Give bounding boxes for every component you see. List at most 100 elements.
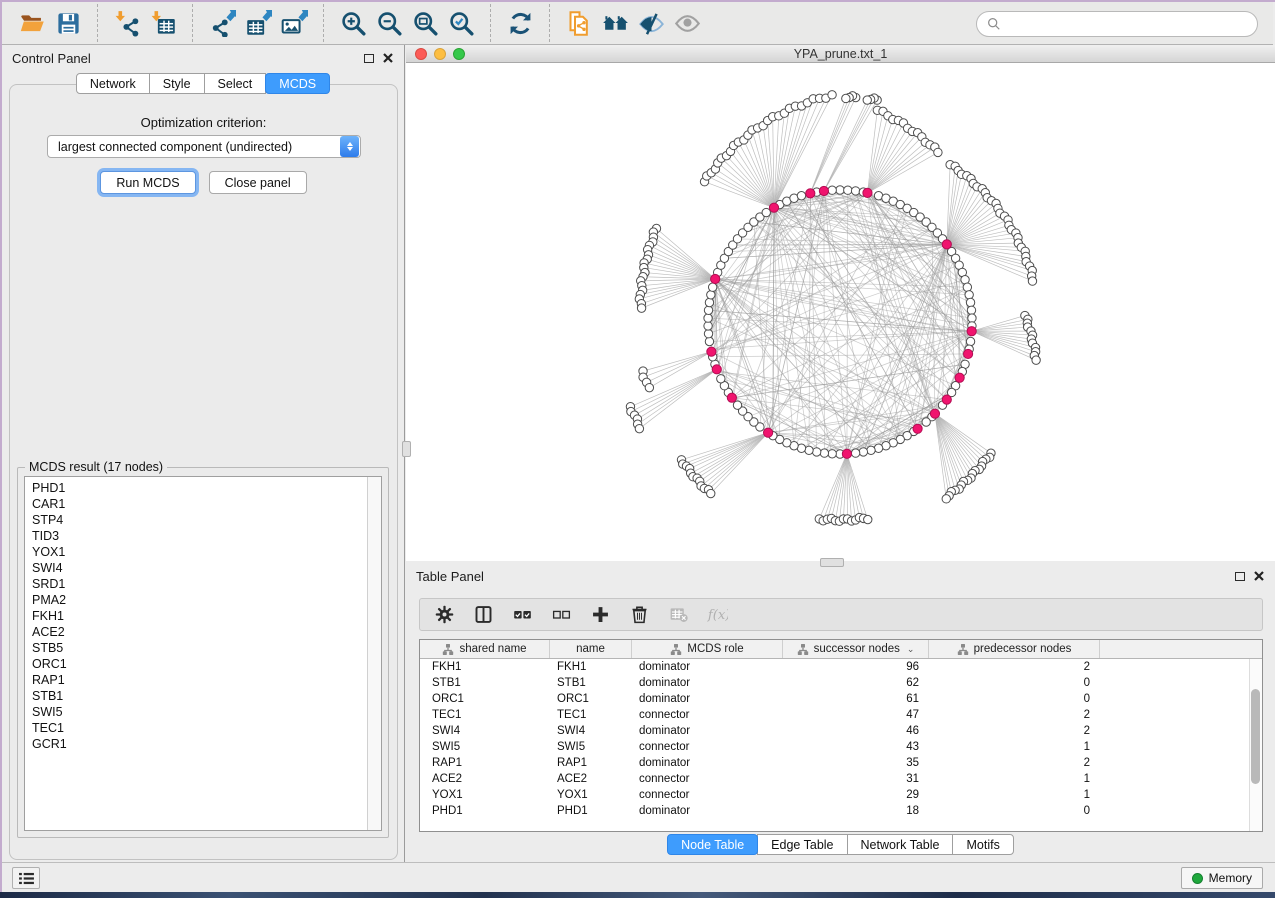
vertical-splitter-grip[interactable] [402, 441, 411, 457]
column-header-successor-nodes[interactable]: successor nodes⌄ [783, 640, 929, 658]
mcds-result-node[interactable]: TID3 [32, 528, 381, 544]
network-window-title: YPA_prune.txt_1 [406, 47, 1275, 61]
tree-icon [797, 643, 809, 655]
mcds-result-node[interactable]: SWI5 [32, 704, 381, 720]
mcds-result-groupbox: MCDS result (17 nodes) PHD1CAR1STP4TID3Y… [17, 467, 389, 838]
mcds-result-node[interactable]: GCR1 [32, 736, 381, 752]
open-file-button[interactable] [14, 5, 50, 41]
mcds-result-node[interactable]: FKH1 [32, 608, 381, 624]
select-all-columns-button[interactable] [510, 603, 534, 627]
cell-successor-nodes: 35 [783, 757, 929, 769]
table-row[interactable]: ACE2ACE2connector311 [420, 771, 1262, 787]
column-header-name[interactable]: name [550, 640, 632, 658]
optimization-criterion-select[interactable]: largest connected component (undirected) [47, 135, 361, 158]
table-row[interactable]: PHD1PHD1dominator180 [420, 803, 1262, 819]
node-table[interactable]: shared namenameMCDS rolesuccessor nodes⌄… [419, 639, 1263, 832]
table-tab-node-table[interactable]: Node Table [667, 834, 758, 855]
cell-MCDS-role: connector [632, 741, 783, 753]
zoom-selected-button[interactable] [443, 5, 479, 41]
zoom-out-button[interactable] [371, 5, 407, 41]
new-network-from-selection-button[interactable] [561, 5, 597, 41]
show-panels-list-button[interactable] [12, 867, 40, 889]
search-input[interactable] [1007, 17, 1247, 31]
mcds-result-node[interactable]: ACE2 [32, 624, 381, 640]
close-table-panel-button[interactable] [1253, 570, 1265, 582]
float-panel-button[interactable] [364, 54, 374, 63]
mcds-result-list[interactable]: PHD1CAR1STP4TID3YOX1SWI4SRD1PMA2FKH1ACE2… [24, 476, 382, 831]
tab-style[interactable]: Style [149, 73, 205, 94]
mcds-result-node[interactable]: PMA2 [32, 592, 381, 608]
add-column-button[interactable] [588, 603, 612, 627]
zoom-fit-button[interactable] [407, 5, 443, 41]
export-network-button[interactable] [204, 5, 240, 41]
memory-button[interactable]: Memory [1181, 867, 1263, 889]
save-session-button[interactable] [50, 5, 86, 41]
mcds-result-node[interactable]: STB5 [32, 640, 381, 656]
mcds-result-node[interactable]: SWI4 [32, 560, 381, 576]
mcds-result-node[interactable]: TEC1 [32, 720, 381, 736]
table-settings-button[interactable] [432, 603, 456, 627]
tree-icon [670, 643, 682, 655]
column-header-MCDS-role[interactable]: MCDS role [632, 640, 783, 658]
first-neighbors-button[interactable] [597, 5, 633, 41]
mcds-result-node[interactable]: SRD1 [32, 576, 381, 592]
table-row[interactable]: STB1STB1dominator620 [420, 675, 1262, 691]
cell-successor-nodes: 62 [783, 677, 929, 689]
table-row[interactable]: FKH1FKH1dominator962 [420, 659, 1262, 675]
close-panel-action-button[interactable]: Close panel [209, 171, 307, 194]
mcds-result-node[interactable]: PHD1 [32, 480, 381, 496]
mcds-result-node[interactable]: STP4 [32, 512, 381, 528]
tab-select[interactable]: Select [204, 73, 267, 94]
table-scrollbar-thumb[interactable] [1251, 689, 1260, 784]
table-tab-network-table[interactable]: Network Table [847, 834, 954, 855]
cell-MCDS-role: connector [632, 789, 783, 801]
column-header-shared-name[interactable]: shared name [420, 640, 550, 658]
zoom-out-icon [376, 10, 403, 37]
table-tab-edge-table[interactable]: Edge Table [757, 834, 847, 855]
export-table-button[interactable] [240, 5, 276, 41]
table-row[interactable]: YOX1YOX1connector291 [420, 787, 1262, 803]
delete-column-button[interactable] [627, 603, 651, 627]
zoom-in-button[interactable] [335, 5, 371, 41]
function-builder-button[interactable]: f(x) [705, 603, 729, 627]
mcds-result-node[interactable]: RAP1 [32, 672, 381, 688]
table-row[interactable]: SWI4SWI4dominator462 [420, 723, 1262, 739]
toggle-columns-button[interactable] [471, 603, 495, 627]
tab-mcds[interactable]: MCDS [265, 73, 330, 94]
delete-table-button[interactable] [666, 603, 690, 627]
cell-successor-nodes: 61 [783, 693, 929, 705]
table-tab-motifs[interactable]: Motifs [952, 834, 1013, 855]
cell-shared-name: ACE2 [420, 773, 550, 785]
float-table-panel-button[interactable] [1235, 572, 1245, 581]
import-table-button[interactable] [145, 5, 181, 41]
table-row[interactable]: SWI5SWI5connector431 [420, 739, 1262, 755]
close-panel-button[interactable] [382, 52, 394, 64]
mcds-result-node[interactable]: STB1 [32, 688, 381, 704]
table-row[interactable]: ORC1ORC1dominator610 [420, 691, 1262, 707]
import-network-button[interactable] [109, 5, 145, 41]
export-image-button[interactable] [276, 5, 312, 41]
column-header-label: predecessor nodes [974, 643, 1072, 655]
table-row[interactable]: TEC1TEC1connector472 [420, 707, 1262, 723]
column-header-predecessor-nodes[interactable]: predecessor nodes [929, 640, 1100, 658]
hide-selected-button[interactable] [633, 5, 669, 41]
mcds-list-scrollbar[interactable] [367, 477, 381, 830]
run-mcds-button[interactable]: Run MCDS [100, 171, 195, 194]
tab-network[interactable]: Network [76, 73, 150, 94]
mcds-result-node[interactable]: YOX1 [32, 544, 381, 560]
plus-icon [590, 604, 611, 625]
table-scrollbar[interactable] [1249, 659, 1262, 831]
cell-shared-name: SWI4 [420, 725, 550, 737]
window-border-top [0, 0, 1275, 2]
show-all-button[interactable] [669, 5, 705, 41]
network-window-titlebar[interactable]: YPA_prune.txt_1 [406, 45, 1275, 63]
search-box[interactable] [976, 11, 1258, 37]
unselect-all-columns-button[interactable] [549, 603, 573, 627]
mcds-result-node[interactable]: CAR1 [32, 496, 381, 512]
mcds-result-node[interactable]: ORC1 [32, 656, 381, 672]
table-toolbar: f(x) [419, 598, 1263, 631]
table-row[interactable]: RAP1RAP1dominator352 [420, 755, 1262, 771]
network-canvas[interactable] [406, 63, 1275, 561]
apply-layout-button[interactable] [502, 5, 538, 41]
horizontal-splitter-grip[interactable] [820, 558, 844, 567]
